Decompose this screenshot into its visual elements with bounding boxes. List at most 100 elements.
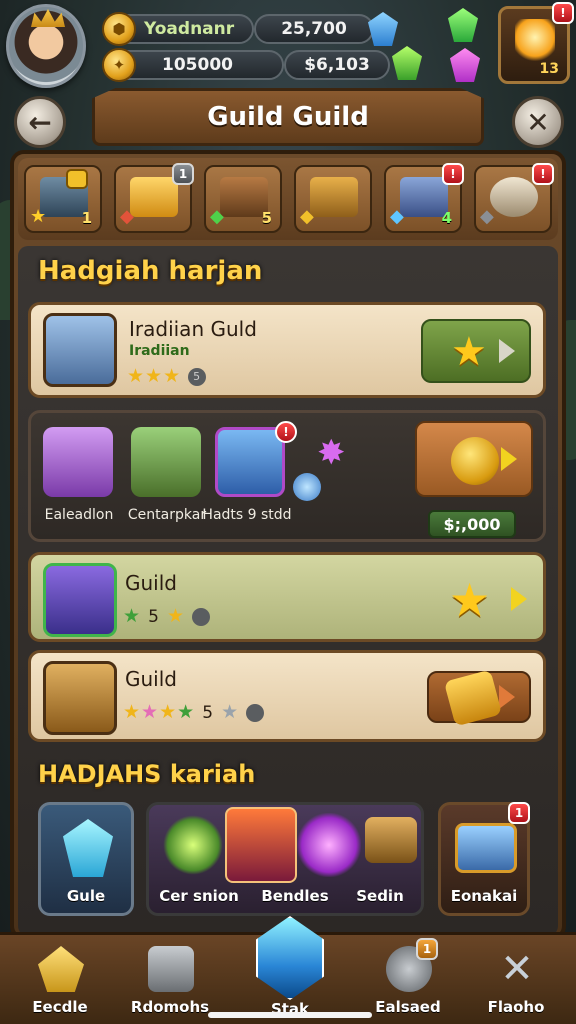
tab-count: 5 xyxy=(261,209,272,227)
chest-icon xyxy=(43,661,117,735)
shield-icon xyxy=(43,563,117,637)
chest-icon xyxy=(310,177,358,217)
helmet-icon xyxy=(225,807,297,883)
chest-icon xyxy=(365,817,417,863)
settings-cog-icon: ✦ xyxy=(102,48,136,82)
tab-count: 1 xyxy=(81,209,92,227)
tab-cauldron[interactable]: ◆ ! xyxy=(474,163,554,233)
rating-badge: 5 xyxy=(188,367,207,386)
nav-item-ealsaed[interactable]: 1 Ealsaed xyxy=(358,938,458,1020)
shop-bundle-strip[interactable]: Cer snion Bendles Sedin xyxy=(146,802,424,916)
nav-item-eecdle[interactable]: Eecdle xyxy=(10,940,110,1020)
nav-item-stak[interactable]: Stak xyxy=(240,940,340,1020)
nav-label: Ealsaed xyxy=(375,998,441,1016)
blue-gem-icon[interactable] xyxy=(368,12,398,46)
cannon-icon xyxy=(455,823,517,873)
bundle-price: $;,000 xyxy=(428,510,516,538)
info-dot xyxy=(192,607,211,626)
tab-armor[interactable]: ◆ 5 xyxy=(204,165,282,233)
guild-coin-icon: ⬢ xyxy=(102,12,136,46)
sparkle-icon: ✸ xyxy=(317,433,346,473)
shop-section-title: HADJAHS kariah xyxy=(38,760,256,788)
close-icon: ✕ xyxy=(526,105,550,139)
daily-card-guild[interactable]: Iradiian Guld Iradiian ★★★ 5 ★ xyxy=(28,302,546,398)
daily-card-guild-chest[interactable]: Guild ★★★★ 5 ★ xyxy=(28,650,546,742)
shop-card-label: Bendles xyxy=(261,887,329,905)
bundle-badge: ! xyxy=(275,421,297,443)
currency-bar: $6,103 xyxy=(284,50,390,80)
bundle-buy-button[interactable] xyxy=(415,421,533,497)
daily-card-guild-green[interactable]: Guild ★ 5 ★ ★ xyxy=(28,552,546,642)
page-title-text: Guild Guild xyxy=(207,102,369,132)
page-title: Guild Guild xyxy=(92,88,484,146)
crown-icon xyxy=(31,9,65,27)
tab-cannon[interactable]: ★ 1 xyxy=(24,165,102,233)
tab-siege[interactable]: ◆ 4 ! xyxy=(384,163,464,233)
card-title: Guild xyxy=(125,667,177,691)
tower-icon xyxy=(148,946,194,992)
gold-primary-bar: 25,700 xyxy=(254,14,374,44)
nav-label: Eecdle xyxy=(32,998,88,1016)
gem-icon: ◆ xyxy=(390,206,404,227)
green-gem-icon[interactable] xyxy=(392,46,422,80)
card-title: Iradiian Guld xyxy=(129,317,257,341)
notification-badge: ! xyxy=(552,2,574,24)
crystal-icon xyxy=(63,819,113,877)
nav-item-rdomohs[interactable]: Rdomohs xyxy=(120,940,220,1020)
cauldron-icon xyxy=(490,177,538,217)
nav-label: Rdomohs xyxy=(130,998,210,1016)
torch-icon xyxy=(515,19,555,65)
star-icon: ★ xyxy=(30,206,47,227)
star-icon: ★ xyxy=(449,573,491,627)
arrow-right-icon xyxy=(499,339,515,363)
green-gem-icon[interactable] xyxy=(448,8,478,42)
rating-count: 5 xyxy=(148,607,160,627)
tab-badge: ! xyxy=(442,163,464,185)
shop-card-gule[interactable]: Gule xyxy=(38,802,134,916)
magic-orb-icon xyxy=(297,813,361,877)
info-dot xyxy=(246,703,265,722)
rating-count: 5 xyxy=(202,703,215,723)
back-button[interactable]: ← xyxy=(14,96,66,148)
star-rating: ★ 5 ★ xyxy=(123,605,211,627)
currency-value: $6,103 xyxy=(304,55,370,75)
shop-card-label: Gule xyxy=(66,887,106,905)
gem-icon: ◆ xyxy=(300,206,314,227)
tab-badge: 1 xyxy=(172,163,194,185)
bundle-item-1-icon xyxy=(43,427,113,497)
bundle-item-3-icon xyxy=(215,427,285,497)
card-title: Guild xyxy=(125,571,177,595)
star-rating: ★★★★ 5 ★ xyxy=(123,701,265,723)
card-subtitle: Iradiian xyxy=(129,343,190,359)
arrow-right-icon[interactable] xyxy=(511,587,527,611)
daily-section-title: Hadgiah harjan xyxy=(38,256,263,286)
gem-icon: ◆ xyxy=(210,206,224,227)
home-indicator[interactable] xyxy=(208,1012,372,1018)
star-rating: ★★★ 5 xyxy=(127,365,207,387)
tab-gold[interactable]: ◆ 1 xyxy=(114,163,194,233)
gold-pile-icon xyxy=(130,177,178,217)
shop-card-label: Cer snion xyxy=(159,887,239,905)
chest-icon xyxy=(43,313,117,387)
gem-icon: ◆ xyxy=(480,206,494,227)
purple-gem-icon[interactable] xyxy=(450,48,480,82)
gold-primary-value: 25,700 xyxy=(281,19,347,39)
chest-open-button[interactable] xyxy=(427,669,531,727)
player-avatar[interactable] xyxy=(6,4,86,88)
nav-item-flaoho[interactable]: ✕ Flaoho xyxy=(466,940,566,1020)
gold-coin-icon xyxy=(451,437,499,485)
star-icon: ★ xyxy=(451,329,487,375)
claim-button[interactable]: ★ xyxy=(421,319,531,383)
bundle-item-label: Hadts 9 stdd xyxy=(202,507,292,523)
gold-chest-icon xyxy=(443,669,503,727)
gem-icon: ◆ xyxy=(120,206,134,227)
player-name-bar: ⬢ Yoadnanr xyxy=(102,12,254,46)
gold-secondary-bar: ✦ 105000 xyxy=(102,48,284,82)
nav-label: Flaoho xyxy=(487,998,545,1016)
tab-chest[interactable]: ◆ xyxy=(294,165,372,233)
bundle-item-2-icon xyxy=(131,427,201,497)
tab-count: 4 xyxy=(441,209,452,227)
close-button[interactable]: ✕ xyxy=(512,96,564,148)
shop-badge: 1 xyxy=(508,802,530,824)
sword-icon xyxy=(163,815,223,875)
